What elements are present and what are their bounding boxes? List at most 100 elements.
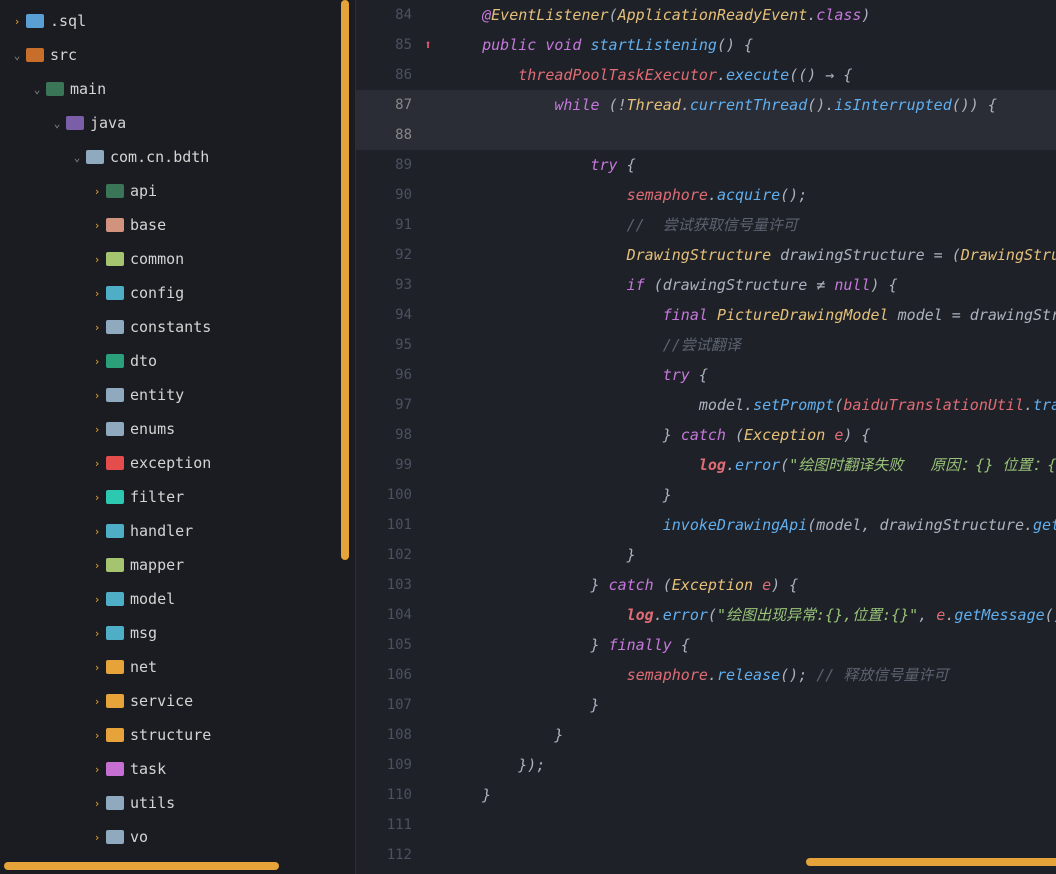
chevron-right-icon[interactable]: › [90, 831, 104, 844]
tree-label: utils [130, 794, 175, 812]
tree-item-service[interactable]: › service [0, 684, 355, 718]
code-line[interactable]: } [440, 690, 1056, 720]
folder-icon [106, 388, 124, 402]
code-line[interactable] [440, 810, 1056, 840]
tree-item-com-cn-bdth[interactable]: ⌄com.cn.bdth [0, 140, 355, 174]
tree-item-filter[interactable]: ›filter [0, 480, 355, 514]
tree-item-msg[interactable]: ›msg [0, 616, 355, 650]
code-line[interactable]: } catch (Exception e) { [440, 420, 1056, 450]
chevron-right-icon[interactable]: › [90, 321, 104, 334]
chevron-down-icon[interactable]: ⌄ [10, 49, 24, 62]
line-number: 85 [356, 30, 416, 60]
code-line[interactable]: semaphore.release(); // 释放信号量许可 [440, 660, 1056, 690]
chevron-right-icon[interactable]: › [90, 457, 104, 470]
chevron-right-icon[interactable]: › [90, 661, 104, 674]
code-editor[interactable]: 8485868788899091929394959697989910010110… [356, 0, 1056, 874]
code-line[interactable]: } [440, 720, 1056, 750]
tree-item-mapper[interactable]: ›mapper [0, 548, 355, 582]
chevron-right-icon[interactable]: › [90, 287, 104, 300]
tree-item-vo[interactable]: ›vo [0, 820, 355, 854]
chevron-right-icon[interactable]: › [90, 219, 104, 232]
code-line[interactable]: if (drawingStructure ≠ null) { [440, 270, 1056, 300]
chevron-right-icon[interactable]: › [90, 253, 104, 266]
chevron-right-icon[interactable]: › [90, 525, 104, 538]
tree-item-api[interactable]: ›api [0, 174, 355, 208]
editor-scrollbar-horizontal[interactable] [806, 858, 1056, 866]
code-line[interactable]: // 尝试获取信号量许可 [440, 210, 1056, 240]
code-line[interactable]: DrawingStructure drawingStructure = (Dra… [440, 240, 1056, 270]
tree-label: enums [130, 420, 175, 438]
folder-icon [106, 558, 124, 572]
line-number: 86 [356, 60, 416, 90]
code-line[interactable]: } catch (Exception e) { [440, 570, 1056, 600]
tree-item-net[interactable]: ›net [0, 650, 355, 684]
chevron-right-icon[interactable]: › [90, 185, 104, 198]
code-line[interactable]: } finally { [440, 630, 1056, 660]
code-line[interactable]: } [440, 540, 1056, 570]
chevron-right-icon[interactable]: › [90, 559, 104, 572]
tree-item-enums[interactable]: › enums [0, 412, 355, 446]
chevron-right-icon[interactable]: › [90, 593, 104, 606]
tree-item-constants[interactable]: ›constants [0, 310, 355, 344]
code-line[interactable]: log.error("绘图出现异常:{},位置:{}", e.getMessag… [440, 600, 1056, 630]
code-line[interactable]: semaphore.acquire(); [440, 180, 1056, 210]
code-line[interactable]: try { [440, 360, 1056, 390]
tree-item-main[interactable]: ⌄main [0, 72, 355, 106]
chevron-down-icon[interactable]: ⌄ [30, 83, 44, 96]
tree-item-structure[interactable]: ›structure [0, 718, 355, 752]
code-line[interactable]: model.setPrompt(baiduTranslationUtil.tra [440, 390, 1056, 420]
code-line[interactable]: threadPoolTaskExecutor.execute(() → { [440, 60, 1056, 90]
sidebar-scrollbar-horizontal[interactable] [4, 862, 279, 870]
chevron-right-icon[interactable]: › [90, 389, 104, 402]
chevron-down-icon[interactable]: ⌄ [70, 151, 84, 164]
tree-item-config[interactable]: ›config [0, 276, 355, 310]
tree-item-handler[interactable]: ›handler [0, 514, 355, 548]
chevron-right-icon[interactable]: › [90, 695, 104, 708]
chevron-right-icon[interactable]: › [10, 15, 24, 28]
tree-item-exception[interactable]: ›exception [0, 446, 355, 480]
code-line[interactable]: try { [440, 150, 1056, 180]
folder-icon [106, 252, 124, 266]
tree-item-base[interactable]: ›base [0, 208, 355, 242]
implement-marker-icon[interactable]: ⬆ [424, 38, 432, 53]
chevron-right-icon[interactable]: › [90, 491, 104, 504]
file-tree-sidebar[interactable]: ›.sql⌄src⌄main⌄java⌄com.cn.bdth›api›base… [0, 0, 356, 874]
chevron-right-icon[interactable]: › [90, 763, 104, 776]
code-line[interactable]: while (!Thread.currentThread().isInterru… [440, 90, 1056, 120]
code-line[interactable]: invokeDrawingApi(model, drawingStructure… [440, 510, 1056, 540]
folder-icon [106, 660, 124, 674]
tree-item-java[interactable]: ⌄java [0, 106, 355, 140]
tree-label: task [130, 760, 166, 778]
chevron-down-icon[interactable]: ⌄ [50, 117, 64, 130]
sidebar-scrollbar-vertical[interactable] [341, 0, 349, 560]
folder-icon [106, 728, 124, 742]
tree-item-src[interactable]: ⌄src [0, 38, 355, 72]
code-line[interactable]: } [440, 480, 1056, 510]
chevron-right-icon[interactable]: › [90, 729, 104, 742]
chevron-right-icon[interactable]: › [90, 627, 104, 640]
chevron-right-icon[interactable]: › [90, 423, 104, 436]
chevron-right-icon[interactable]: › [90, 797, 104, 810]
tree-item-utils[interactable]: › utils [0, 786, 355, 820]
code-line[interactable]: }); [440, 750, 1056, 780]
tree-label: service [130, 692, 193, 710]
tree-item-dto[interactable]: ›dto [0, 344, 355, 378]
line-number: 103 [356, 570, 416, 600]
code-line[interactable]: } [440, 780, 1056, 810]
code-line[interactable]: final PictureDrawingModel model = drawin… [440, 300, 1056, 330]
code-line[interactable]: log.error("绘图时翻译失败 原因：{} 位置：{}" [440, 450, 1056, 480]
chevron-right-icon[interactable]: › [90, 355, 104, 368]
code-line[interactable]: public void startListening() { [440, 30, 1056, 60]
tree-item-entity[interactable]: ›entity [0, 378, 355, 412]
folder-icon [106, 694, 124, 708]
tree-item-task[interactable]: › task [0, 752, 355, 786]
folder-icon [26, 14, 44, 28]
code-line[interactable]: //尝试翻译 [440, 330, 1056, 360]
code-area[interactable]: @EventListener(ApplicationReadyEvent.cla… [440, 0, 1056, 874]
code-line[interactable]: @EventListener(ApplicationReadyEvent.cla… [440, 0, 1056, 30]
tree-item-model[interactable]: › model [0, 582, 355, 616]
code-line-highlighted[interactable] [440, 120, 1056, 150]
tree-label: model [130, 590, 175, 608]
tree-item-common[interactable]: ›common [0, 242, 355, 276]
tree-item--sql[interactable]: ›.sql [0, 4, 355, 38]
